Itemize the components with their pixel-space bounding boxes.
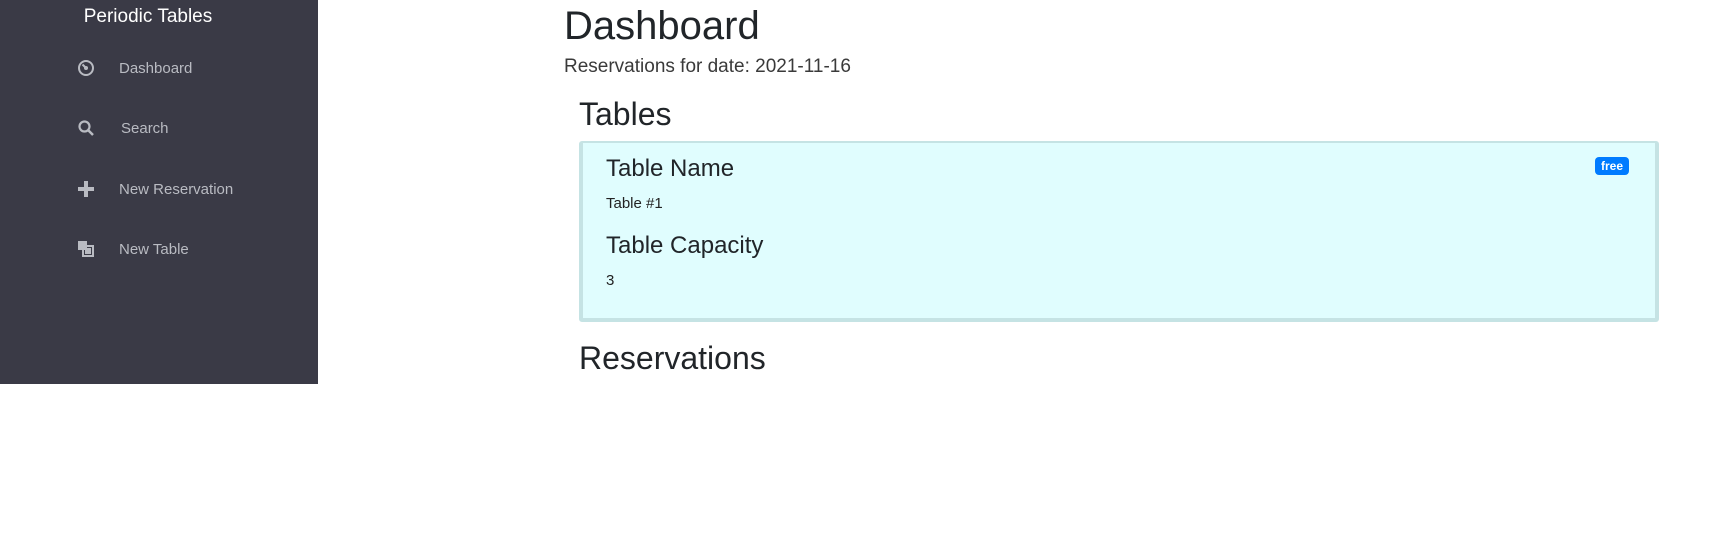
page-title: Dashboard [564,4,760,48]
sidebar-item-new-table[interactable]: New Table [76,239,189,259]
sidebar-item-label: New Reservation [119,180,234,198]
table-capacity-heading: Table Capacity [606,232,764,259]
table-name-value: Table #1 [606,195,663,212]
sidebar-item-search[interactable]: Search [76,118,169,138]
date-prefix: Reservations for date: [564,56,750,77]
plus-icon [76,179,96,199]
status-badge: free [1594,157,1629,175]
dashboard-icon [76,58,96,78]
date-value: 2021-11-16 [755,56,851,77]
sidebar: Periodic Tables Dashboard Search New Res… [0,0,318,384]
reservation-date: Reservations for date: 2021-11-16 [564,56,851,78]
tables-heading: Tables [579,96,672,132]
sidebar-item-label: Dashboard [119,59,193,77]
table-card: Table Name Table #1 Table Capacity 3 fre… [579,141,1659,322]
layers-icon [76,239,96,259]
sidebar-item-new-reservation[interactable]: New Reservation [76,179,233,199]
reservations-heading: Reservations [579,340,766,376]
sidebar-item-dashboard[interactable]: Dashboard [76,58,192,78]
sidebar-item-label: Search [121,119,169,137]
brand-title[interactable]: Periodic Tables [0,6,296,28]
table-capacity-value: 3 [606,272,615,289]
table-name-heading: Table Name [606,155,735,182]
search-icon [76,118,96,138]
sidebar-item-label: New Table [119,240,189,258]
